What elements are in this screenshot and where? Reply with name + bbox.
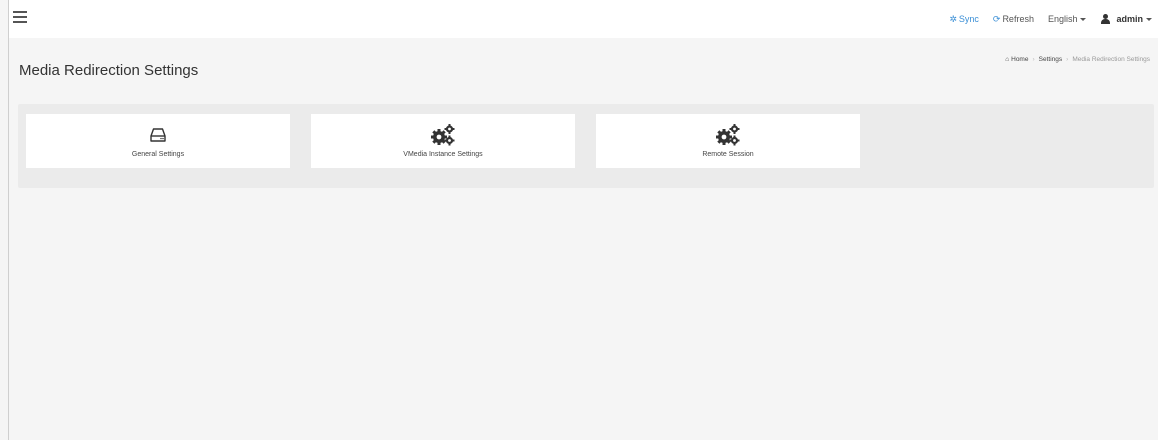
remote-session-tile[interactable]: Remote Session (596, 114, 860, 168)
breadcrumb: ⌂ Home › Settings › Media Redirection Se… (1005, 56, 1150, 63)
sync-icon: ✲ (949, 13, 957, 24)
refresh-icon: ⟳ (992, 13, 1001, 24)
user-menu[interactable]: admin (1100, 14, 1152, 24)
top-actions: ✲ Sync ⟳ Refresh English admin (949, 0, 1158, 38)
sync-label: Sync (958, 14, 979, 24)
top-navbar: ✲ Sync ⟳ Refresh English admin (9, 0, 1158, 38)
refresh-label: Refresh (1002, 14, 1034, 24)
breadcrumb-separator: › (1066, 56, 1069, 63)
left-border (8, 0, 9, 440)
language-label: English (1047, 14, 1078, 24)
chevron-down-icon (1080, 17, 1087, 21)
tile-label: Remote Session (702, 151, 754, 158)
sync-button[interactable]: ✲ Sync (949, 14, 979, 25)
settings-panel: General Settings VMedia Instance Setting… (18, 104, 1154, 188)
language-dropdown[interactable]: English (1048, 14, 1087, 24)
breadcrumb-current: Media Redirection Settings (1072, 56, 1150, 63)
vmedia-instance-settings-tile[interactable]: VMedia Instance Settings (311, 114, 575, 168)
tile-label: General Settings (131, 151, 185, 158)
general-settings-tile[interactable]: General Settings (26, 114, 290, 168)
user-icon (1100, 14, 1111, 24)
tile-label: VMedia Instance Settings (403, 151, 483, 158)
gears-icon (430, 121, 456, 149)
menu-toggle-icon[interactable] (13, 11, 27, 23)
home-icon: ⌂ (1005, 56, 1010, 63)
chevron-down-icon (1146, 17, 1152, 21)
breadcrumb-settings[interactable]: Settings (1039, 56, 1063, 63)
gears-icon (715, 121, 741, 149)
refresh-button[interactable]: ⟳ Refresh (993, 14, 1034, 25)
user-name: admin (1116, 14, 1143, 24)
breadcrumb-home[interactable]: Home (1011, 56, 1028, 63)
hard-drive-icon (149, 121, 167, 149)
breadcrumb-separator: › (1032, 56, 1035, 63)
page-title: Media Redirection Settings (19, 62, 199, 79)
